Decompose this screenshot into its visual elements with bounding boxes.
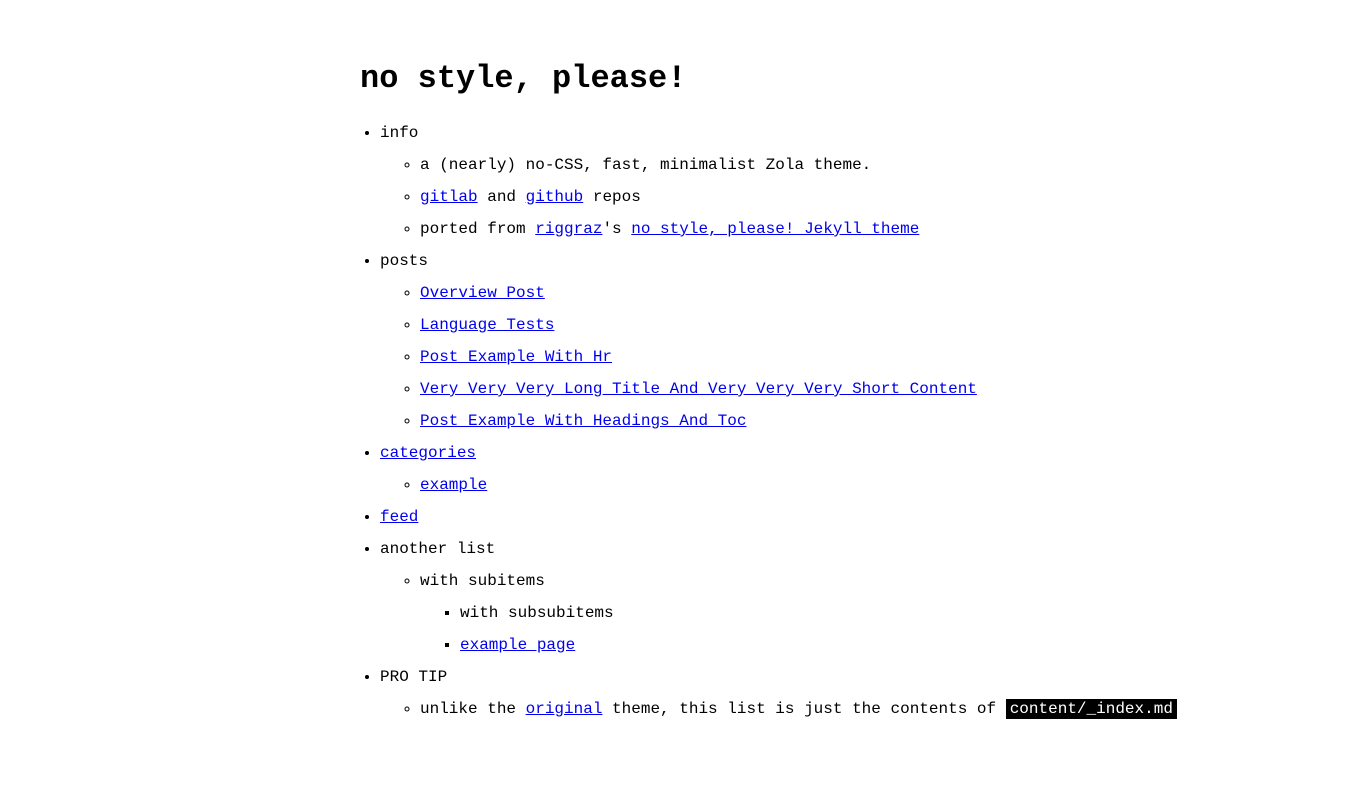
posts-sublist: Overview Post Language Tests Post Exampl… [420,277,1366,437]
example-cat-link[interactable]: example [420,476,487,494]
github-link[interactable]: github [526,188,584,206]
overview-post-link[interactable]: Overview Post [420,284,545,302]
language-tests-link[interactable]: Language Tests [420,316,554,334]
list-item-pro-tip: PRO TIP unlike the original theme, this … [380,661,1366,725]
info-sublist: a (nearly) no-CSS, fast, minimalist Zola… [420,149,1366,245]
list-item-with-subsubitems: with subsubitems [460,597,1366,629]
content-index-code: content/_index.md [1006,699,1177,719]
list-item-categories: categories example [380,437,1366,501]
gitlab-github-item: gitlab and github repos [420,181,1366,213]
repos-text: repos [583,188,641,206]
subitems-sublist: with subsubitems example page [460,597,1366,661]
main-list: info a (nearly) no-CSS, fast, minimalist… [380,117,1366,725]
jekyll-theme-link[interactable]: no style, please! Jekyll theme [631,220,919,238]
theme-contents-text: theme, this list is just the contents of [602,700,1005,718]
pro-tip-desc-item: unlike the original theme, this list is … [420,693,1366,725]
list-item-overview-post: Overview Post [420,277,1366,309]
info-desc-text: a (nearly) no-CSS, fast, minimalist Zola… [420,156,871,174]
post-hr-link[interactable]: Post Example With Hr [420,348,612,366]
categories-sublist: example [420,469,1366,501]
list-item-example-page: example page [460,629,1366,661]
riggraz-link[interactable]: riggraz [535,220,602,238]
ported-from-item: ported from riggraz's no style, please! … [420,213,1366,245]
page-title: no style, please! [360,60,1366,97]
list-item-language-tests: Language Tests [420,309,1366,341]
another-list-label: another list [380,540,495,558]
example-page-link[interactable]: example page [460,636,575,654]
list-item-info: info a (nearly) no-CSS, fast, minimalist… [380,117,1366,245]
headings-toc-link[interactable]: Post Example With Headings And Toc [420,412,746,430]
list-item-post-hr: Post Example With Hr [420,341,1366,373]
another-list-sublist: with subitems with subsubitems example p… [420,565,1366,661]
apostrophe-s-text: 's [602,220,631,238]
with-subitems-text: with subitems [420,572,545,590]
with-subsubitems-text: with subsubitems [460,604,614,622]
list-item-example-cat: example [420,469,1366,501]
ported-from-text: ported from [420,220,535,238]
list-item-with-subitems: with subitems with subsubitems example p… [420,565,1366,661]
pro-tip-label: PRO TIP [380,668,447,686]
gitlab-link[interactable]: gitlab [420,188,478,206]
list-item-feed: feed [380,501,1366,533]
and-text: and [478,188,526,206]
long-title-link[interactable]: Very Very Very Long Title And Very Very … [420,380,977,398]
list-item-another-list: another list with subitems with subsubit… [380,533,1366,661]
original-link[interactable]: original [526,700,603,718]
info-label: info [380,124,418,142]
list-item-long-title: Very Very Very Long Title And Very Very … [420,373,1366,405]
list-item-posts: posts Overview Post Language Tests Post … [380,245,1366,437]
unlike-the-text: unlike the [420,700,526,718]
posts-label: posts [380,252,428,270]
info-desc: a (nearly) no-CSS, fast, minimalist Zola… [420,149,1366,181]
categories-link[interactable]: categories [380,444,476,462]
feed-link[interactable]: feed [380,508,418,526]
pro-tip-sublist: unlike the original theme, this list is … [420,693,1366,725]
list-item-headings-toc: Post Example With Headings And Toc [420,405,1366,437]
